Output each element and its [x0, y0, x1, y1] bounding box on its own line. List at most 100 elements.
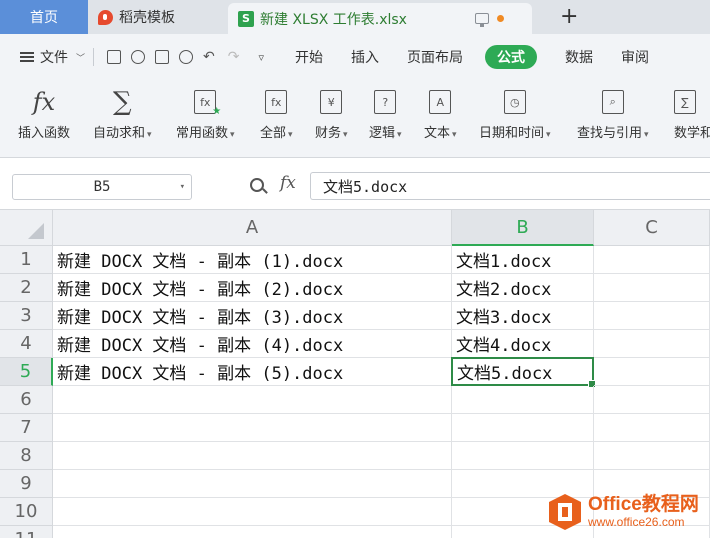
cell-a[interactable]: [53, 470, 452, 498]
caret-down-icon: ▾: [230, 130, 235, 140]
lookup-glyph: ⌕: [609, 95, 616, 108]
row-header[interactable]: 11: [0, 526, 53, 538]
row-header[interactable]: 4: [0, 330, 53, 358]
watermark-title: Office教程网: [588, 493, 699, 515]
autosum-label: 自动求和: [93, 126, 146, 141]
new-tab-button[interactable]: +: [560, 6, 578, 28]
row-header[interactable]: 6: [0, 386, 53, 414]
common-functions-button[interactable]: fx ★ 常用函数 ▾: [176, 86, 235, 141]
tab-docer-label: 稻壳模板: [119, 10, 175, 26]
cell-a[interactable]: 新建 DOCX 文档 - 副本 (1).docx: [53, 246, 452, 274]
cell-c[interactable]: [594, 246, 710, 274]
tab-spreadsheet-file[interactable]: S 新建 XLSX 工作表.xlsx: [228, 3, 532, 34]
cell-a[interactable]: 新建 DOCX 文档 - 副本 (5).docx: [53, 358, 452, 386]
cell-c[interactable]: [594, 274, 710, 302]
row-header[interactable]: 2: [0, 274, 53, 302]
zoom-icon[interactable]: [250, 178, 264, 192]
divider: [93, 48, 95, 66]
column-header-a[interactable]: A: [53, 210, 452, 246]
fx-icon: fx: [32, 88, 56, 116]
caret-down-icon: ▾: [343, 130, 348, 140]
cell-b[interactable]: 文档3.docx: [452, 302, 594, 330]
formula-input[interactable]: 文档5.docx: [310, 172, 710, 200]
logic-button[interactable]: ? 逻辑 ▾: [369, 86, 402, 141]
cell-a[interactable]: [53, 498, 452, 526]
row-header[interactable]: 5: [0, 358, 53, 386]
menu-tab-page-layout[interactable]: 页面布局: [407, 47, 463, 67]
common-function-glyph: fx: [200, 95, 211, 109]
cell-a[interactable]: [53, 442, 452, 470]
math-trig-button[interactable]: ∑ 数学和: [674, 86, 710, 141]
cell-c[interactable]: [594, 302, 710, 330]
all-functions-button[interactable]: fx 全部 ▾: [260, 86, 293, 141]
file-menu-button[interactable]: 文件 ﹀: [20, 47, 85, 67]
column-header-b[interactable]: B: [452, 210, 594, 246]
fx-icon[interactable]: fx: [280, 173, 296, 193]
cell-b[interactable]: [452, 442, 594, 470]
row-header[interactable]: 7: [0, 414, 53, 442]
lookup-reference-button[interactable]: ⌕ 查找与引用 ▾: [577, 86, 649, 141]
tab-bar: 首页 稻壳模板 S 新建 XLSX 工作表.xlsx +: [0, 0, 710, 34]
cell-a[interactable]: [53, 414, 452, 442]
insert-function-button[interactable]: fx 插入函数: [18, 86, 70, 141]
caret-down-icon: ▾: [546, 130, 551, 140]
cell-b[interactable]: [452, 414, 594, 442]
column-header-c[interactable]: C: [594, 210, 710, 246]
cell-a[interactable]: 新建 DOCX 文档 - 副本 (4).docx: [53, 330, 452, 358]
row-header[interactable]: 9: [0, 470, 53, 498]
cell-c[interactable]: [594, 386, 710, 414]
formula-ribbon: fx 插入函数 ∑ 自动求和 ▾ fx ★ 常用函数 ▾ fx 全部 ▾ ¥ 财务 ▾ ?…: [0, 80, 710, 158]
row-header[interactable]: 10: [0, 498, 53, 526]
row-header[interactable]: 3: [0, 302, 53, 330]
finance-button[interactable]: ¥ 财务 ▾: [315, 86, 348, 141]
cell-b[interactable]: [452, 386, 594, 414]
more-dropdown-icon[interactable]: ▿: [258, 51, 264, 64]
watermark-url: www.office26.com: [588, 514, 685, 529]
menu-tab-home[interactable]: 开始: [295, 47, 323, 67]
sigma-icon: ∑: [112, 87, 132, 117]
math-trig-label: 数学和: [674, 126, 710, 141]
row-header[interactable]: 1: [0, 246, 53, 274]
cell-b[interactable]: 文档2.docx: [452, 274, 594, 302]
cell-c[interactable]: [594, 330, 710, 358]
cell-b[interactable]: 文档1.docx: [452, 246, 594, 274]
cell-c[interactable]: [594, 442, 710, 470]
redo-icon[interactable]: ↷: [228, 49, 240, 65]
text-functions-button[interactable]: A 文本 ▾: [424, 86, 457, 141]
undo-icon[interactable]: ↶: [203, 49, 215, 65]
cell-b[interactable]: 文档4.docx: [452, 330, 594, 358]
text-icon: A: [429, 90, 452, 114]
text-functions-label: 文本: [424, 126, 451, 141]
save-icon[interactable]: [107, 50, 122, 64]
row-header[interactable]: 8: [0, 442, 53, 470]
select-all-corner[interactable]: [0, 210, 53, 246]
cell-a[interactable]: 新建 DOCX 文档 - 副本 (3).docx: [53, 302, 452, 330]
print-preview-icon[interactable]: [179, 50, 194, 64]
menu-tab-review[interactable]: 审阅: [621, 47, 649, 67]
name-box[interactable]: B5 ▾: [12, 174, 192, 200]
cell-a[interactable]: 新建 DOCX 文档 - 副本 (2).docx: [53, 274, 452, 302]
cell-a[interactable]: [53, 526, 452, 538]
datetime-button[interactable]: ◷ 日期和时间 ▾: [479, 86, 551, 141]
export-icon[interactable]: [131, 50, 146, 64]
formula-bar: B5 ▾ fx 文档5.docx: [0, 158, 710, 210]
cell-a[interactable]: [53, 386, 452, 414]
common-functions-label: 常用函数: [176, 126, 229, 141]
chevron-down-icon[interactable]: ▾: [180, 182, 185, 192]
autosum-button[interactable]: ∑ 自动求和 ▾: [93, 86, 152, 141]
cell-c[interactable]: [594, 358, 710, 386]
monitor-icon[interactable]: [475, 13, 489, 27]
unsaved-dot-icon: [497, 15, 504, 22]
menu-tab-formulas[interactable]: 公式: [485, 45, 538, 69]
active-cell-b5[interactable]: 文档5.docx: [451, 357, 596, 388]
menu-tab-data[interactable]: 数据: [565, 47, 593, 67]
menu-tab-insert[interactable]: 插入: [351, 47, 379, 67]
tab-home[interactable]: 首页: [0, 0, 88, 34]
tab-docer-templates[interactable]: 稻壳模板: [88, 0, 228, 34]
cell-c[interactable]: [594, 414, 710, 442]
tab-home-label: 首页: [30, 10, 58, 26]
datetime-label: 日期和时间: [479, 126, 545, 141]
print-icon[interactable]: [155, 50, 170, 64]
spreadsheet-grid[interactable]: A B C 1 新建 DOCX 文档 - 副本 (1).docx 文档1.docx 2…: [0, 210, 710, 538]
finance-glyph: ¥: [327, 95, 335, 109]
